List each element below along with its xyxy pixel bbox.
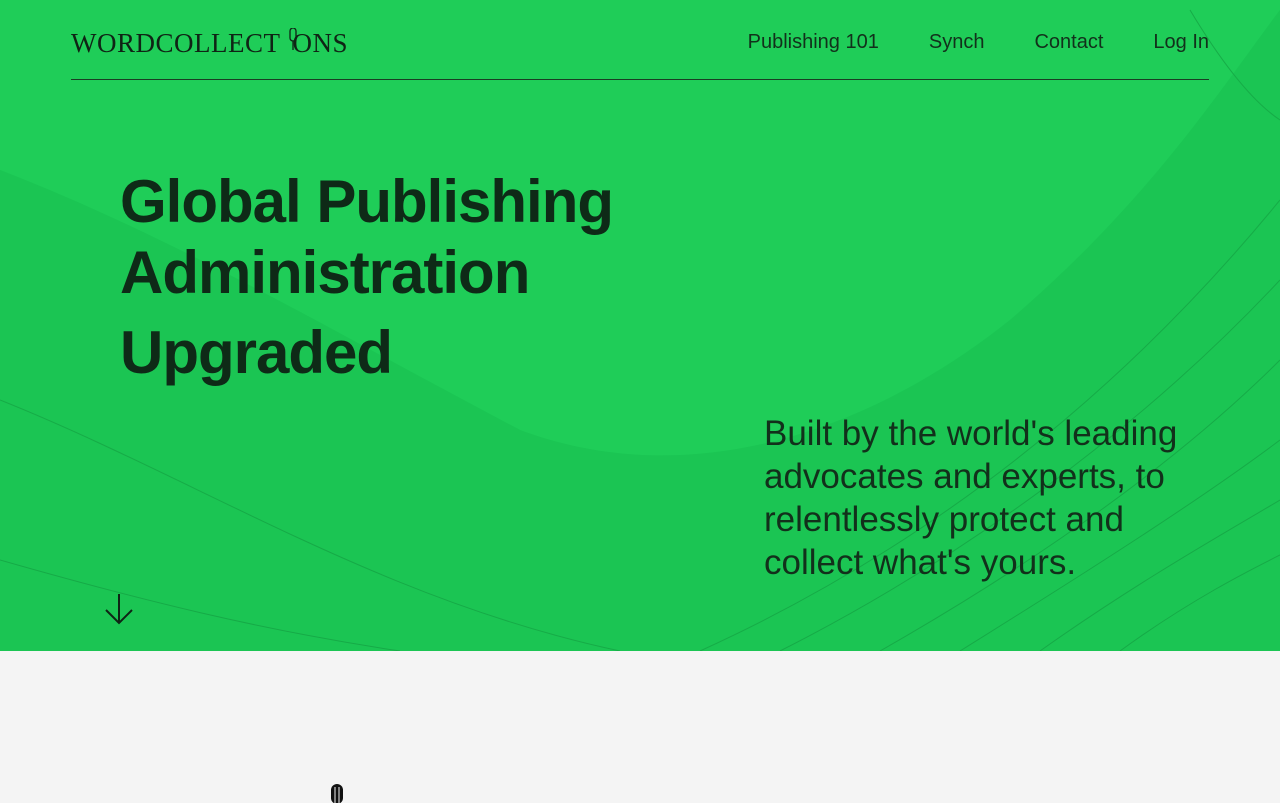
- logo-text-right: ONS: [292, 28, 348, 58]
- brand-logo[interactable]: WORDCOLLECT ONS: [71, 28, 348, 59]
- headline-line-3: Upgraded: [120, 319, 393, 386]
- microphone-icon: [331, 784, 343, 803]
- headline-line-1: Global Publishing: [120, 168, 614, 235]
- nav-log-in[interactable]: Log In: [1153, 30, 1209, 54]
- site-header: WORDCOLLECT ONS Publishing 101 Synch Cont…: [71, 0, 1209, 80]
- microphone-icon: [289, 28, 297, 50]
- main-nav: Publishing 101 Synch Contact Log In: [698, 30, 1209, 54]
- arrow-down-icon[interactable]: [104, 592, 134, 626]
- nav-synch[interactable]: Synch: [929, 30, 985, 54]
- nav-publishing-101[interactable]: Publishing 101: [748, 30, 879, 54]
- logo-text-left: WORDCOLLECT: [71, 28, 281, 58]
- hero-section: WORDCOLLECT ONS Publishing 101 Synch Cont…: [0, 0, 1280, 651]
- hero-headline: Global Publishing Administration Upgrade…: [120, 166, 614, 388]
- nav-contact[interactable]: Contact: [1034, 30, 1103, 54]
- hero-tagline: Built by the world's leading advocates a…: [764, 414, 1178, 582]
- headline-line-2: Administration: [120, 239, 530, 306]
